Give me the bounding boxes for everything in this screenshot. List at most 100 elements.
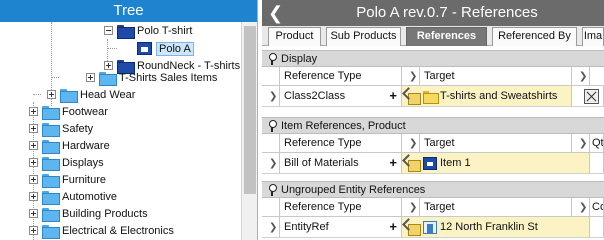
tree-item-label: T-Shirts Sales Items — [119, 71, 218, 84]
column-target[interactable]: Target — [420, 134, 572, 152]
folder-icon — [42, 139, 60, 154]
column-target[interactable]: Target — [420, 198, 572, 216]
table-row[interactable]: ❯ Bill of Materials + Item 1 — [262, 153, 604, 174]
tree-scrollbar[interactable] — [241, 22, 257, 240]
tab-bar: Product Sub Products References Referenc… — [262, 26, 604, 46]
reference-type-value: Class2Class — [284, 90, 346, 102]
scrollbar-thumb[interactable] — [244, 26, 256, 194]
target-value[interactable]: T-shirts and Sweatshirts — [440, 90, 557, 102]
target-value[interactable]: Item 1 — [440, 157, 471, 169]
tree-item-building-products[interactable]: Building Products — [29, 205, 148, 222]
section-header[interactable]: Display — [262, 50, 604, 67]
table-row[interactable]: ❯ EntityRef + 12 North Franklin St — [262, 217, 604, 238]
chevron-right-icon: ❯ — [579, 70, 588, 82]
reference-type-value: Bill of Materials — [284, 157, 359, 169]
folder-icon — [42, 156, 60, 171]
app-root: Tree Polo T-shirt Polo A RoundNeck - T-s… — [0, 0, 604, 240]
tree-pane: Tree Polo T-shirt Polo A RoundNeck - T-s… — [0, 0, 258, 240]
chevron-left-icon[interactable]: ❮ — [268, 3, 283, 23]
expand-toggle[interactable] — [47, 90, 56, 99]
expand-toggle[interactable] — [29, 107, 38, 116]
chevron-right-icon[interactable]: ❯ — [266, 158, 277, 169]
folder-icon — [42, 173, 60, 188]
chevron-right-icon: ❯ — [409, 137, 418, 149]
tree-item-automotive[interactable]: Automotive — [29, 188, 117, 205]
tree-item-label: Furniture — [62, 173, 107, 186]
add-button[interactable]: + — [389, 155, 397, 170]
column-reference-type[interactable]: Reference Type — [280, 67, 402, 85]
detail-title: Polo A rev.0.7 - References — [356, 4, 538, 21]
pin-icon[interactable] — [267, 52, 277, 65]
tab-images[interactable]: Ima — [582, 27, 604, 46]
delete-icon[interactable] — [584, 88, 599, 104]
section-ungrouped-entity: Ungrouped Entity References Reference Ty… — [262, 181, 604, 238]
expand-toggle[interactable] — [29, 158, 38, 167]
expand-toggle[interactable] — [29, 175, 38, 184]
tab-sub-products[interactable]: Sub Products — [326, 27, 401, 46]
tree-item-furniture[interactable]: Furniture — [29, 171, 106, 188]
tree-item-polo-tshirt[interactable]: Polo T-shirt — [104, 22, 192, 39]
relationship-icon — [404, 220, 421, 236]
tab-product[interactable]: Product — [268, 27, 321, 46]
tree-item-displays[interactable]: Displays — [29, 154, 104, 171]
detail-pane: ❮ Polo A rev.0.7 - References Product Su… — [262, 0, 604, 240]
tree-item-label: Polo T-shirt — [137, 24, 193, 37]
tree-item-safety[interactable]: Safety — [29, 120, 93, 137]
folder-icon — [42, 224, 60, 239]
expand-toggle[interactable] — [29, 226, 38, 235]
pin-icon[interactable] — [267, 183, 277, 196]
tree-item-footwear[interactable]: Footwear — [29, 103, 108, 120]
section-title: Display — [281, 52, 318, 65]
folder-icon — [42, 207, 60, 222]
add-button[interactable]: + — [389, 219, 397, 234]
section-item-references: Item References, Product Reference Type … — [262, 117, 604, 174]
tree-item-label: Head Wear — [80, 88, 136, 101]
tree-item-electrical[interactable]: Electrical & Electronics — [29, 222, 174, 239]
expand-toggle[interactable] — [29, 141, 38, 150]
chevron-right-icon: ❯ — [409, 201, 418, 213]
tree-body: Polo T-shirt Polo A RoundNeck - T-shirts… — [0, 22, 241, 240]
add-button[interactable]: + — [389, 88, 397, 103]
column-header-row: Reference Type ❯ Target ❯ Qty — [262, 134, 604, 153]
chevron-right-icon[interactable]: ❯ — [266, 222, 277, 233]
building-icon — [423, 220, 437, 234]
column-target[interactable]: Target — [420, 67, 572, 85]
chevron-right-icon[interactable]: ❯ — [266, 91, 277, 102]
expand-toggle[interactable] — [86, 73, 95, 82]
reference-type-value: EntityRef — [284, 221, 329, 233]
tree-item-tshirts-sales[interactable]: T-Shirts Sales Items — [86, 69, 217, 86]
tab-referenced-by[interactable]: Referenced By — [492, 27, 577, 46]
tree-item-label: Polo A — [156, 41, 194, 56]
collapse-toggle[interactable] — [104, 26, 113, 35]
expand-toggle[interactable] — [29, 209, 38, 218]
folder-icon — [423, 90, 439, 104]
tree-item-label: Safety — [62, 122, 94, 135]
column-header-row: Reference Type ❯ Target ❯ Co — [262, 198, 604, 217]
tree-title: Tree — [0, 0, 257, 22]
section-header[interactable]: Ungrouped Entity References — [262, 181, 604, 198]
expand-toggle[interactable] — [29, 124, 38, 133]
tree-item-hardware[interactable]: Hardware — [29, 137, 110, 154]
section-title: Item References, Product — [281, 119, 406, 132]
chevron-right-icon: ❯ — [409, 70, 418, 82]
folder-icon — [117, 24, 135, 39]
tab-references[interactable]: References — [406, 27, 487, 46]
folder-icon — [42, 122, 60, 137]
product-icon — [137, 42, 152, 55]
expand-toggle[interactable] — [29, 192, 38, 201]
tree-item-polo-a[interactable]: Polo A — [137, 40, 194, 57]
relationship-icon — [404, 156, 421, 172]
column-comment[interactable]: Co — [590, 198, 604, 216]
tree-item-label: Building Products — [62, 207, 148, 220]
column-qty[interactable]: Qty — [590, 134, 604, 152]
column-reference-type[interactable]: Reference Type — [280, 134, 402, 152]
section-header[interactable]: Item References, Product — [262, 117, 604, 134]
target-value[interactable]: 12 North Franklin St — [440, 221, 538, 233]
tree-item-head-wear[interactable]: Head Wear — [47, 86, 135, 103]
pin-icon[interactable] — [267, 119, 277, 132]
tree-item-label: Electrical & Electronics — [62, 224, 174, 237]
table-row[interactable]: ❯ Class2Class + T-shirts and Sweatshirts — [262, 86, 604, 107]
folder-icon — [42, 105, 60, 120]
tree-item-label: Displays — [62, 156, 104, 169]
column-reference-type[interactable]: Reference Type — [280, 198, 402, 216]
